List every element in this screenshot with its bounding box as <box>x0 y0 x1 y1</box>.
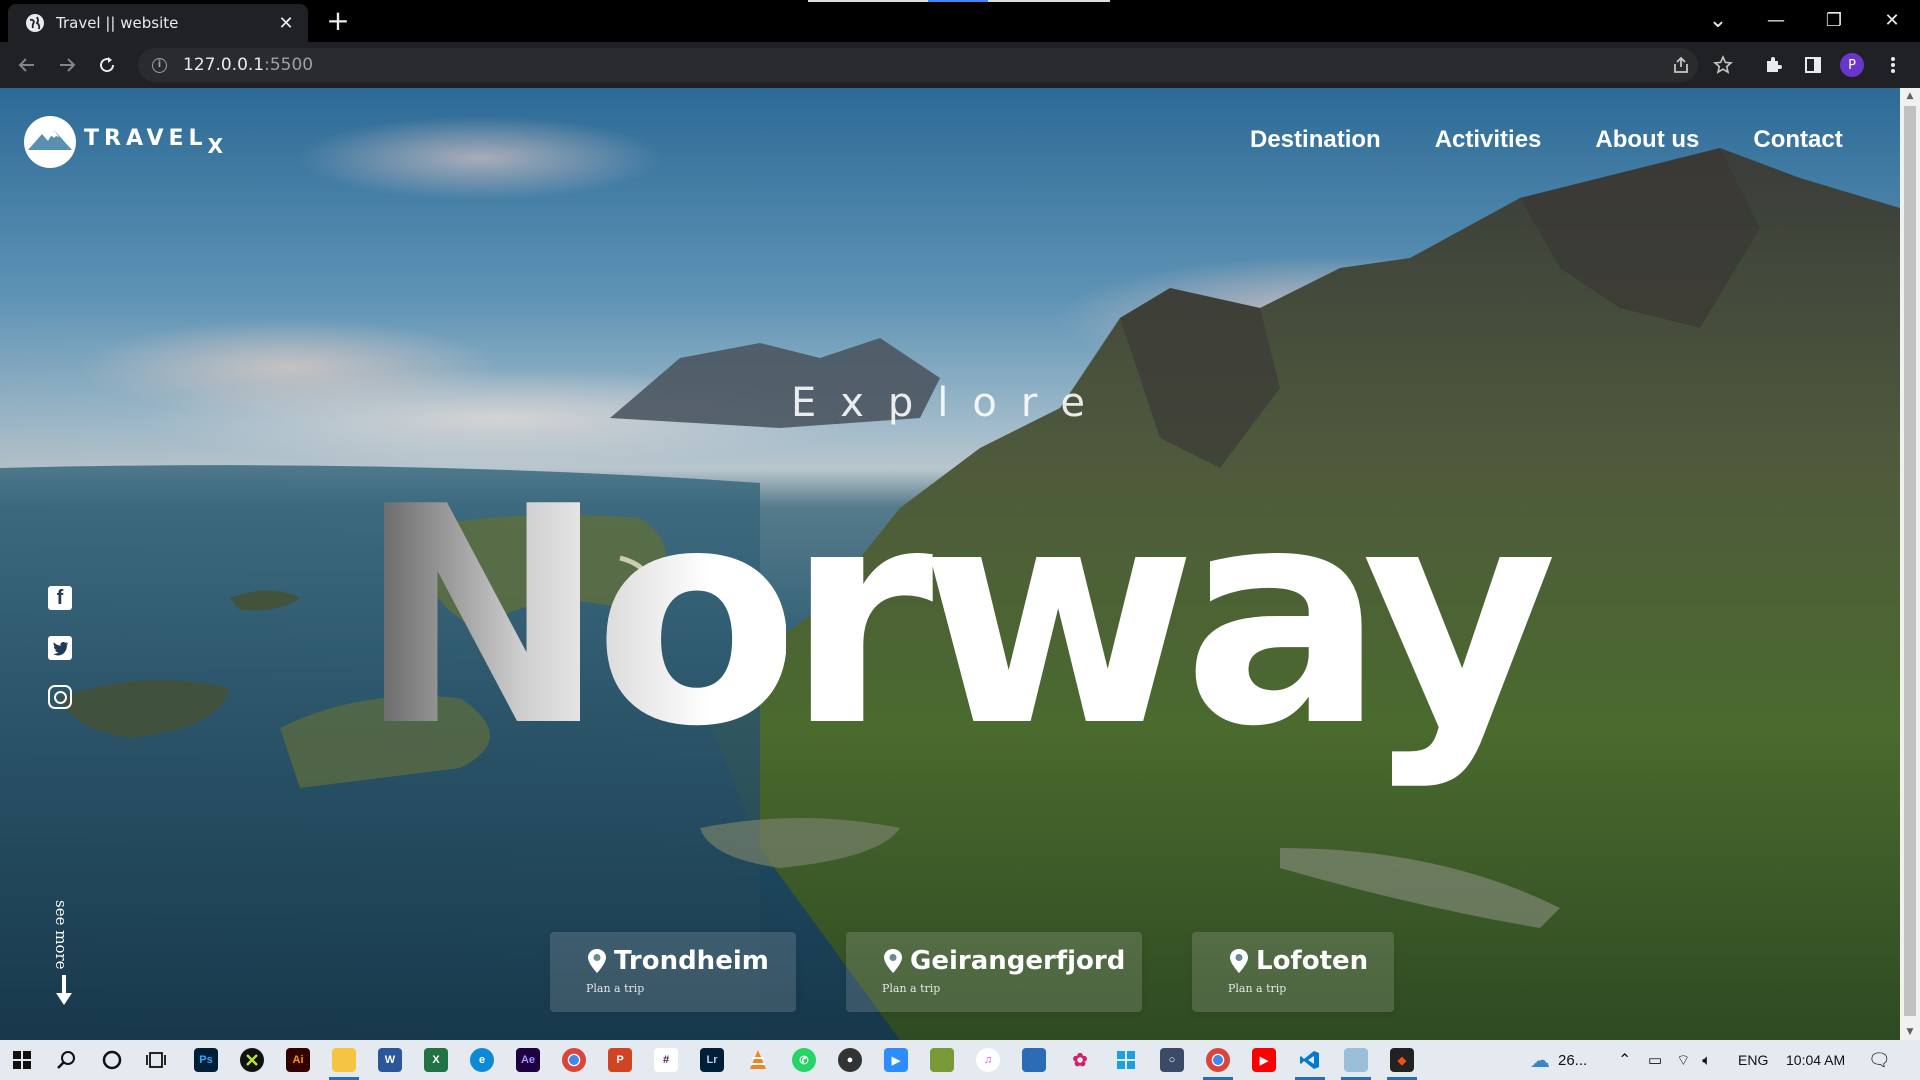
url-text: 127.0.0.1:5500 <box>183 55 314 75</box>
nav-about-us[interactable]: About us <box>1595 126 1699 154</box>
logo-wordmark: TRAVELX <box>84 126 223 158</box>
task-view-icon[interactable] <box>144 1048 168 1072</box>
scroll-down-icon[interactable]: ▼ <box>1900 1024 1920 1040</box>
browser-tab-bar: Travel || website ✕ + ⌄ — ❐ ✕ <box>0 0 1920 42</box>
card-subtitle: Plan a trip <box>586 982 645 995</box>
card-title: Lofoten <box>1256 946 1369 976</box>
loading-strip <box>808 0 1110 2</box>
tray-icons: ▭ ⌔ 🔈︎ <box>1648 1040 1711 1080</box>
windows-start-icon[interactable] <box>10 1048 34 1072</box>
weather-icon: ☁ <box>1530 1049 1550 1072</box>
cortana-icon[interactable] <box>100 1048 124 1072</box>
tray-expand-icon[interactable]: ⌃ <box>1618 1040 1631 1080</box>
photos-icon[interactable] <box>1022 1048 1046 1072</box>
forward-arrow-icon[interactable] <box>52 50 82 80</box>
address-toolbar: i 127.0.0.1:5500 P <box>0 42 1920 88</box>
itunes-icon[interactable]: ♫ <box>976 1048 1000 1072</box>
app-icon[interactable] <box>1344 1048 1368 1072</box>
see-more-label[interactable]: see more <box>52 900 70 970</box>
share-icon[interactable] <box>1666 50 1696 80</box>
powerpoint-icon[interactable]: P <box>608 1048 632 1072</box>
bookmark-star-icon[interactable] <box>1708 50 1738 80</box>
twitter-icon[interactable] <box>48 636 72 660</box>
language-indicator[interactable]: ENG <box>1738 1040 1768 1080</box>
nav-contact[interactable]: Contact <box>1753 126 1842 154</box>
figma-icon[interactable]: ◆ <box>1390 1048 1414 1072</box>
country-heading: Norway <box>356 443 1557 792</box>
vlc-icon[interactable] <box>746 1048 770 1072</box>
edge-icon[interactable]: e <box>470 1048 494 1072</box>
photoshop-icon[interactable]: Ps <box>194 1048 218 1072</box>
slack-icon[interactable]: # <box>654 1048 678 1072</box>
tab-close-icon[interactable]: ✕ <box>276 13 296 34</box>
new-tab-button[interactable]: + <box>322 6 354 38</box>
card-subtitle: Plan a trip <box>882 982 941 995</box>
zoom-icon[interactable]: ▶ <box>884 1048 908 1072</box>
lightroom-icon[interactable]: Lr <box>700 1048 724 1072</box>
menu-dots-icon[interactable] <box>1878 50 1908 80</box>
browser-tab[interactable]: Travel || website ✕ <box>8 4 308 42</box>
extensions-puzzle-icon[interactable] <box>1758 50 1788 80</box>
app-icon[interactable] <box>930 1048 954 1072</box>
chrome-icon[interactable] <box>562 1048 586 1072</box>
destination-card-trondheim[interactable]: Trondheim Plan a trip <box>550 932 796 1012</box>
scrollbar-thumb[interactable] <box>1904 106 1916 1016</box>
card-subtitle: Plan a trip <box>1228 982 1287 995</box>
microsoft-store-icon[interactable] <box>1114 1048 1138 1072</box>
file-explorer-icon[interactable] <box>332 1048 356 1072</box>
wifi-icon[interactable]: ⌔ <box>1676 1051 1690 1070</box>
facebook-icon[interactable]: f <box>48 586 72 610</box>
chrome-active-icon[interactable] <box>1206 1048 1230 1072</box>
site-info-icon[interactable]: i <box>152 57 167 73</box>
vscode-icon[interactable] <box>1298 1048 1322 1072</box>
tab-title: Travel || website <box>56 14 179 32</box>
scroll-up-icon[interactable]: ▲ <box>1900 88 1920 104</box>
reload-icon[interactable] <box>92 50 122 80</box>
youtube-icon[interactable]: ▶ <box>1252 1048 1276 1072</box>
app-icon[interactable]: ✿ <box>1068 1048 1092 1072</box>
app-icon[interactable] <box>240 1048 264 1072</box>
page-scrollbar[interactable]: ▲ ▼ <box>1900 88 1920 1040</box>
device-icon[interactable]: ▭ <box>1648 1051 1662 1069</box>
address-field[interactable]: i 127.0.0.1:5500 <box>138 48 1698 82</box>
nav-destination[interactable]: Destination <box>1250 126 1381 154</box>
location-pin-icon <box>1230 949 1248 973</box>
location-pin-icon <box>884 949 902 973</box>
volume-icon[interactable]: 🔈︎ <box>1702 1052 1711 1069</box>
close-window-button[interactable]: ✕ <box>1864 0 1920 40</box>
site-logo[interactable]: TRAVELX <box>24 116 223 168</box>
weather-widget[interactable]: ☁ 26... <box>1530 1040 1587 1080</box>
destination-card-geirangerfjord[interactable]: Geirangerfjord Plan a trip <box>846 932 1142 1012</box>
side-panel-icon[interactable] <box>1798 50 1828 80</box>
windows-taskbar: Ps Ai W X e Ae P # Lr ✆ ● ▶ ♫ ✿ ○ ▶ ◆ ☁ … <box>0 1040 1920 1080</box>
globe-icon <box>26 14 44 32</box>
weather-temp: 26... <box>1558 1051 1588 1069</box>
tab-search-icon[interactable]: ⌄ <box>1690 0 1746 40</box>
card-title: Geirangerfjord <box>910 946 1126 976</box>
profile-avatar[interactable]: P <box>1840 53 1864 77</box>
location-pin-icon <box>588 949 606 973</box>
excel-icon[interactable]: X <box>424 1048 448 1072</box>
main-nav: Destination Activities About us Contact <box>1196 126 1843 154</box>
minimize-button[interactable]: — <box>1748 0 1804 40</box>
back-arrow-icon[interactable] <box>12 50 42 80</box>
media-player-icon[interactable]: ● <box>838 1048 862 1072</box>
destination-card-lofoten[interactable]: Lofoten Plan a trip <box>1192 932 1394 1012</box>
arrow-down-icon[interactable] <box>54 973 74 1007</box>
clock[interactable]: 10:04 AM <box>1786 1040 1845 1080</box>
explore-heading: Explore <box>790 380 1110 426</box>
restore-button[interactable]: ❐ <box>1806 0 1862 40</box>
app-icon[interactable]: ○ <box>1160 1048 1184 1072</box>
mountain-logo-icon <box>24 116 76 168</box>
search-icon[interactable] <box>54 1048 78 1072</box>
hero-section: TRAVELX Destination Activities About us … <box>0 88 1900 1040</box>
word-icon[interactable]: W <box>378 1048 402 1072</box>
after-effects-icon[interactable]: Ae <box>516 1048 540 1072</box>
nav-activities[interactable]: Activities <box>1435 126 1542 154</box>
instagram-icon[interactable] <box>48 685 72 709</box>
card-title: Trondheim <box>614 946 769 976</box>
illustrator-icon[interactable]: Ai <box>286 1048 310 1072</box>
whatsapp-icon[interactable]: ✆ <box>792 1048 816 1072</box>
notification-icon[interactable]: 🗨︎ <box>1868 1040 1891 1080</box>
